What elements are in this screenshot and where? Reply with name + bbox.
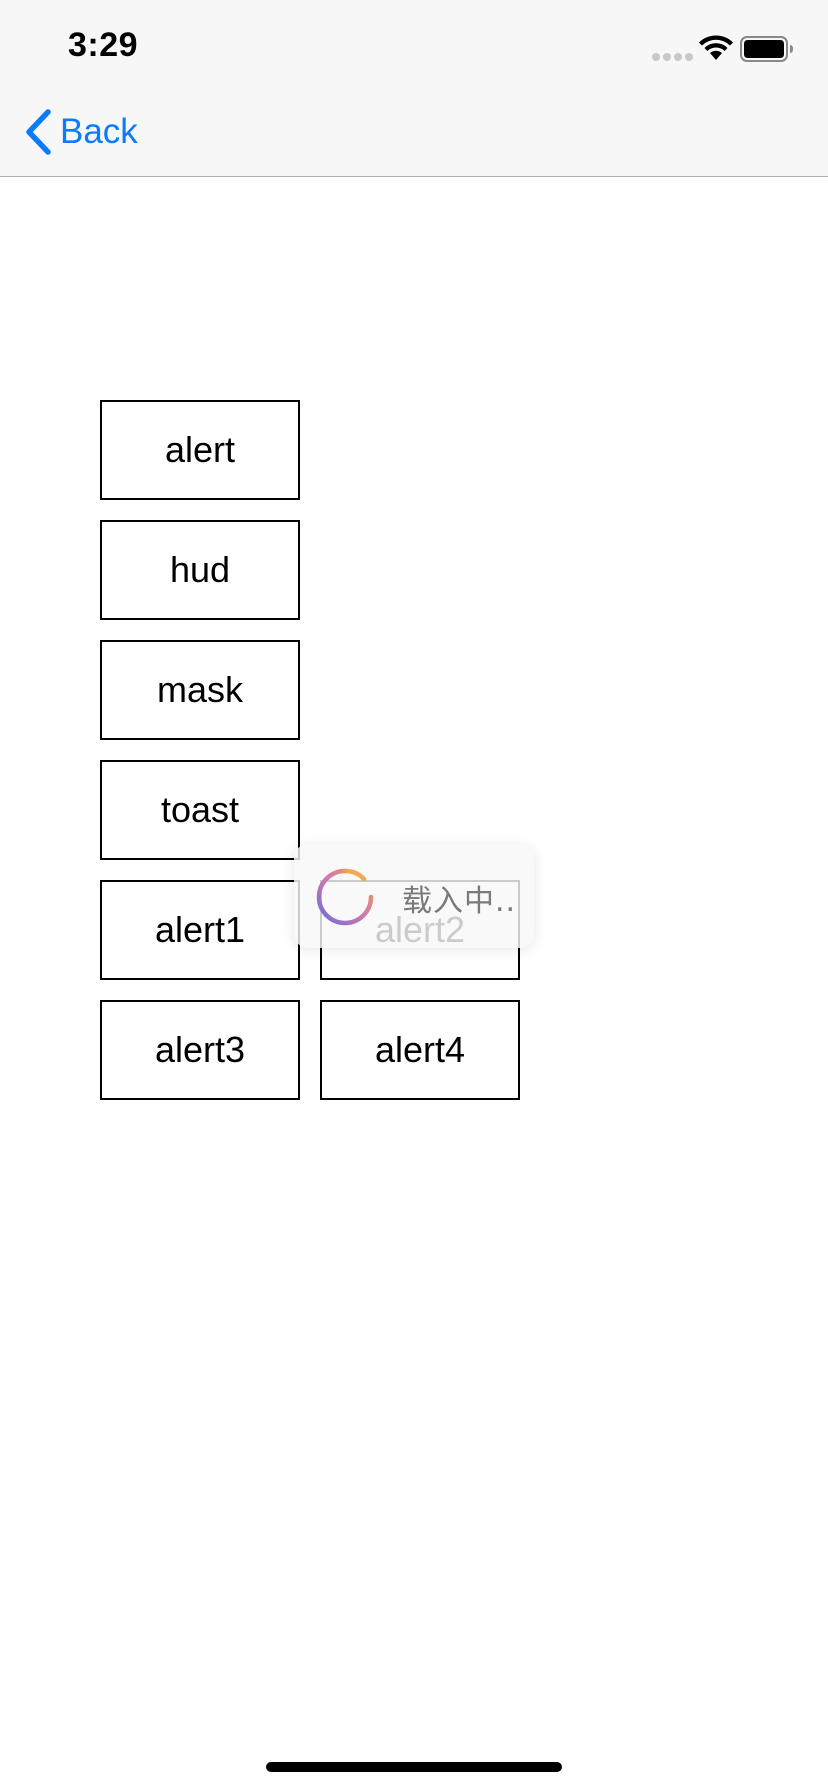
cellular-signal-icon (652, 53, 693, 61)
alert4-button[interactable]: alert4 (320, 1000, 520, 1100)
home-indicator[interactable] (266, 1762, 562, 1772)
loading-spinner-icon (316, 868, 374, 926)
battery-icon (740, 36, 793, 62)
screen: 3:29 Back alert hud mask toast alert1 al… (0, 0, 828, 1792)
status-time: 3:29 (68, 26, 139, 64)
mask-button[interactable]: mask (100, 640, 300, 740)
loading-hud: 载入中.. (294, 844, 534, 948)
wifi-icon (699, 35, 733, 60)
toast-button[interactable]: toast (100, 760, 300, 860)
chevron-left-icon (26, 109, 51, 155)
alert-button[interactable]: alert (100, 400, 300, 500)
hud-button[interactable]: hud (100, 520, 300, 620)
alert1-button[interactable]: alert1 (100, 880, 300, 980)
loading-text: 载入中.. (402, 884, 517, 919)
back-label: Back (60, 112, 138, 151)
navigation-bar: 3:29 Back (0, 0, 828, 177)
alert3-button[interactable]: alert3 (100, 1000, 300, 1100)
back-button[interactable]: Back (24, 108, 138, 156)
